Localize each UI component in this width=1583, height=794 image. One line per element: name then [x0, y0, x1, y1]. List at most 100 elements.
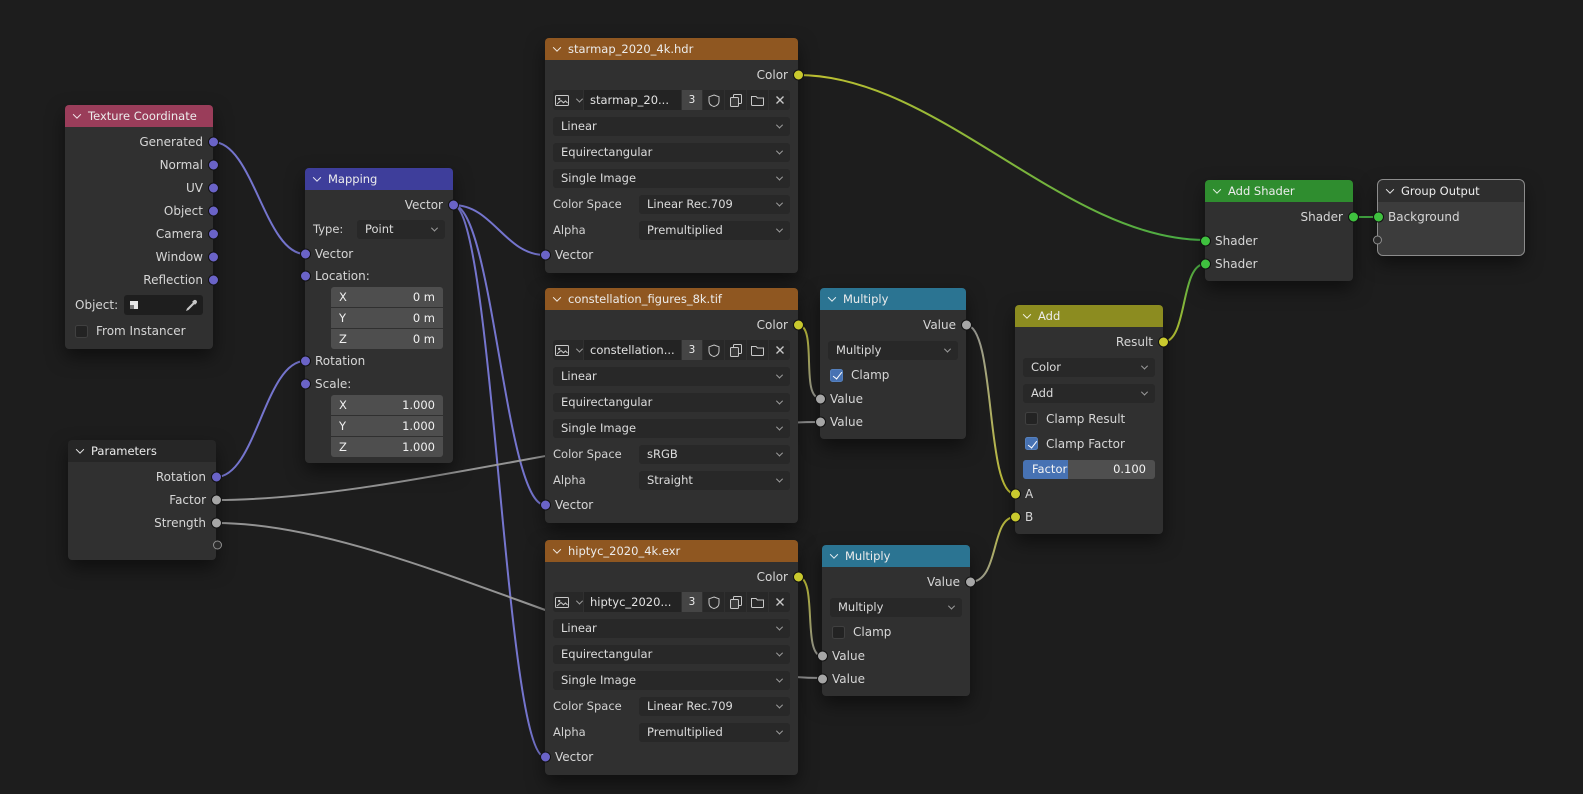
result-output-socket[interactable] — [1158, 337, 1169, 348]
operation-dropdown[interactable]: Multiply — [828, 341, 958, 360]
value-input-socket-1[interactable] — [815, 393, 826, 404]
node-multiply-math-top[interactable]: Multiply Value Multiply Clamp Value Valu… — [820, 288, 966, 439]
projection-dropdown[interactable]: Equirectangular — [553, 143, 790, 162]
source-dropdown[interactable]: Single Image — [553, 419, 790, 438]
vector-input-socket[interactable] — [540, 500, 551, 511]
image-users-count-button[interactable]: 3 — [682, 90, 702, 110]
object-output-socket[interactable] — [208, 205, 219, 216]
color-output-socket[interactable] — [793, 70, 804, 81]
factor-slider[interactable]: Factor 0.100 — [1023, 460, 1155, 479]
interpolation-dropdown[interactable]: Linear — [553, 619, 790, 638]
collapse-chevron-icon[interactable] — [1023, 310, 1031, 318]
parameters-header[interactable]: Parameters — [68, 440, 216, 462]
color-space-dropdown[interactable]: Linear Rec.709 — [639, 195, 790, 214]
texture-coordinate-header[interactable]: Texture Coordinate — [65, 105, 213, 127]
alpha-dropdown[interactable]: Straight — [639, 471, 790, 490]
projection-dropdown[interactable]: Equirectangular — [553, 393, 790, 412]
group-output-header[interactable]: Group Output — [1378, 180, 1524, 202]
alpha-dropdown[interactable]: Premultiplied — [639, 723, 790, 742]
scale-x-field[interactable]: X1.000 — [331, 395, 443, 415]
node-texture-coordinate[interactable]: Texture Coordinate Generated Normal UV O… — [65, 105, 213, 349]
data-type-dropdown[interactable]: Color — [1023, 358, 1155, 377]
window-output-socket[interactable] — [208, 251, 219, 262]
clamp-result-checkbox[interactable] — [1025, 412, 1038, 425]
node-parameters-group[interactable]: Parameters Rotation Factor Strength — [68, 440, 216, 560]
unlink-image-button[interactable] — [769, 592, 790, 612]
scale-z-field[interactable]: Z1.000 — [331, 437, 443, 457]
node-multiply-math-bottom[interactable]: Multiply Value Multiply Clamp Value Valu… — [822, 545, 970, 696]
open-image-button[interactable] — [747, 90, 768, 110]
image-browse-button[interactable] — [553, 90, 583, 110]
collapse-chevron-icon[interactable] — [830, 550, 838, 558]
interpolation-dropdown[interactable]: Linear — [553, 117, 790, 136]
location-x-field[interactable]: X0 m — [331, 287, 443, 307]
value-input-socket-2[interactable] — [815, 416, 826, 427]
collapse-chevron-icon[interactable] — [828, 293, 836, 301]
collapse-chevron-icon[interactable] — [76, 445, 84, 453]
node-starmap-environment-texture[interactable]: starmap_2020_4k.hdr Color starmap_20... … — [545, 38, 798, 273]
node-add-shader[interactable]: Add Shader Shader Shader Shader — [1205, 180, 1353, 281]
color-space-dropdown[interactable]: sRGB — [639, 445, 790, 464]
node-editor-canvas[interactable]: Texture Coordinate Generated Normal UV O… — [0, 0, 1583, 794]
virtual-output-socket[interactable] — [213, 541, 222, 550]
source-dropdown[interactable]: Single Image — [553, 169, 790, 188]
virtual-input-socket[interactable] — [1373, 236, 1382, 245]
interpolation-dropdown[interactable]: Linear — [553, 367, 790, 386]
node-add-mix-color[interactable]: Add Result Color Add Clamp Result Clamp … — [1015, 305, 1163, 534]
normal-output-socket[interactable] — [208, 159, 219, 170]
alpha-dropdown[interactable]: Premultiplied — [639, 221, 790, 240]
image-users-count-button[interactable]: 3 — [682, 592, 702, 612]
color-output-socket[interactable] — [793, 320, 804, 331]
value-input-socket-1[interactable] — [817, 650, 828, 661]
image-users-count-button[interactable]: 3 — [682, 340, 702, 360]
vector-input-socket[interactable] — [300, 248, 311, 259]
factor-output-socket[interactable] — [211, 494, 222, 505]
eyedropper-icon[interactable] — [185, 299, 198, 312]
camera-output-socket[interactable] — [208, 228, 219, 239]
scale-y-field[interactable]: Y1.000 — [331, 416, 443, 436]
location-y-field[interactable]: Y0 m — [331, 308, 443, 328]
strength-output-socket[interactable] — [211, 517, 222, 528]
image-name-field[interactable]: constellation... — [584, 340, 681, 360]
multiply-top-header[interactable]: Multiply — [820, 288, 966, 310]
color-output-socket[interactable] — [793, 572, 804, 583]
shader-input-socket-1[interactable] — [1200, 235, 1211, 246]
node-group-output[interactable]: Group Output Background — [1378, 180, 1524, 255]
rotation-output-socket[interactable] — [211, 471, 222, 482]
mapping-type-dropdown[interactable]: Point — [357, 220, 445, 239]
clamp-checkbox[interactable] — [830, 369, 843, 382]
add-shader-header[interactable]: Add Shader — [1205, 180, 1353, 202]
a-input-socket[interactable] — [1010, 488, 1021, 499]
fake-user-shield-button[interactable] — [703, 592, 724, 612]
reflection-output-socket[interactable] — [208, 274, 219, 285]
vector-output-socket[interactable] — [448, 199, 459, 210]
value-output-socket[interactable] — [965, 577, 976, 588]
open-image-button[interactable] — [747, 592, 768, 612]
value-output-socket[interactable] — [961, 320, 972, 331]
location-input-socket[interactable] — [300, 271, 311, 282]
operation-dropdown[interactable]: Multiply — [830, 598, 962, 617]
collapse-chevron-icon[interactable] — [313, 173, 321, 181]
new-image-button[interactable] — [725, 340, 746, 360]
collapse-chevron-icon[interactable] — [553, 43, 561, 51]
scale-input-socket[interactable] — [300, 379, 311, 390]
source-dropdown[interactable]: Single Image — [553, 671, 790, 690]
location-z-field[interactable]: Z0 m — [331, 329, 443, 349]
new-image-button[interactable] — [725, 592, 746, 612]
image-name-field[interactable]: starmap_20... — [584, 90, 681, 110]
unlink-image-button[interactable] — [769, 340, 790, 360]
mapping-header[interactable]: Mapping — [305, 168, 453, 190]
new-image-button[interactable] — [725, 90, 746, 110]
image-browse-button[interactable] — [553, 592, 583, 612]
image-browse-button[interactable] — [553, 340, 583, 360]
fake-user-shield-button[interactable] — [703, 90, 724, 110]
clamp-checkbox[interactable] — [832, 626, 845, 639]
multiply-bottom-header[interactable]: Multiply — [822, 545, 970, 567]
collapse-chevron-icon[interactable] — [73, 110, 81, 118]
object-picker-field[interactable] — [124, 295, 203, 315]
unlink-image-button[interactable] — [769, 90, 790, 110]
image-name-field[interactable]: hiptyc_2020... — [584, 592, 681, 612]
open-image-button[interactable] — [747, 340, 768, 360]
uv-output-socket[interactable] — [208, 182, 219, 193]
collapse-chevron-icon[interactable] — [1213, 185, 1221, 193]
